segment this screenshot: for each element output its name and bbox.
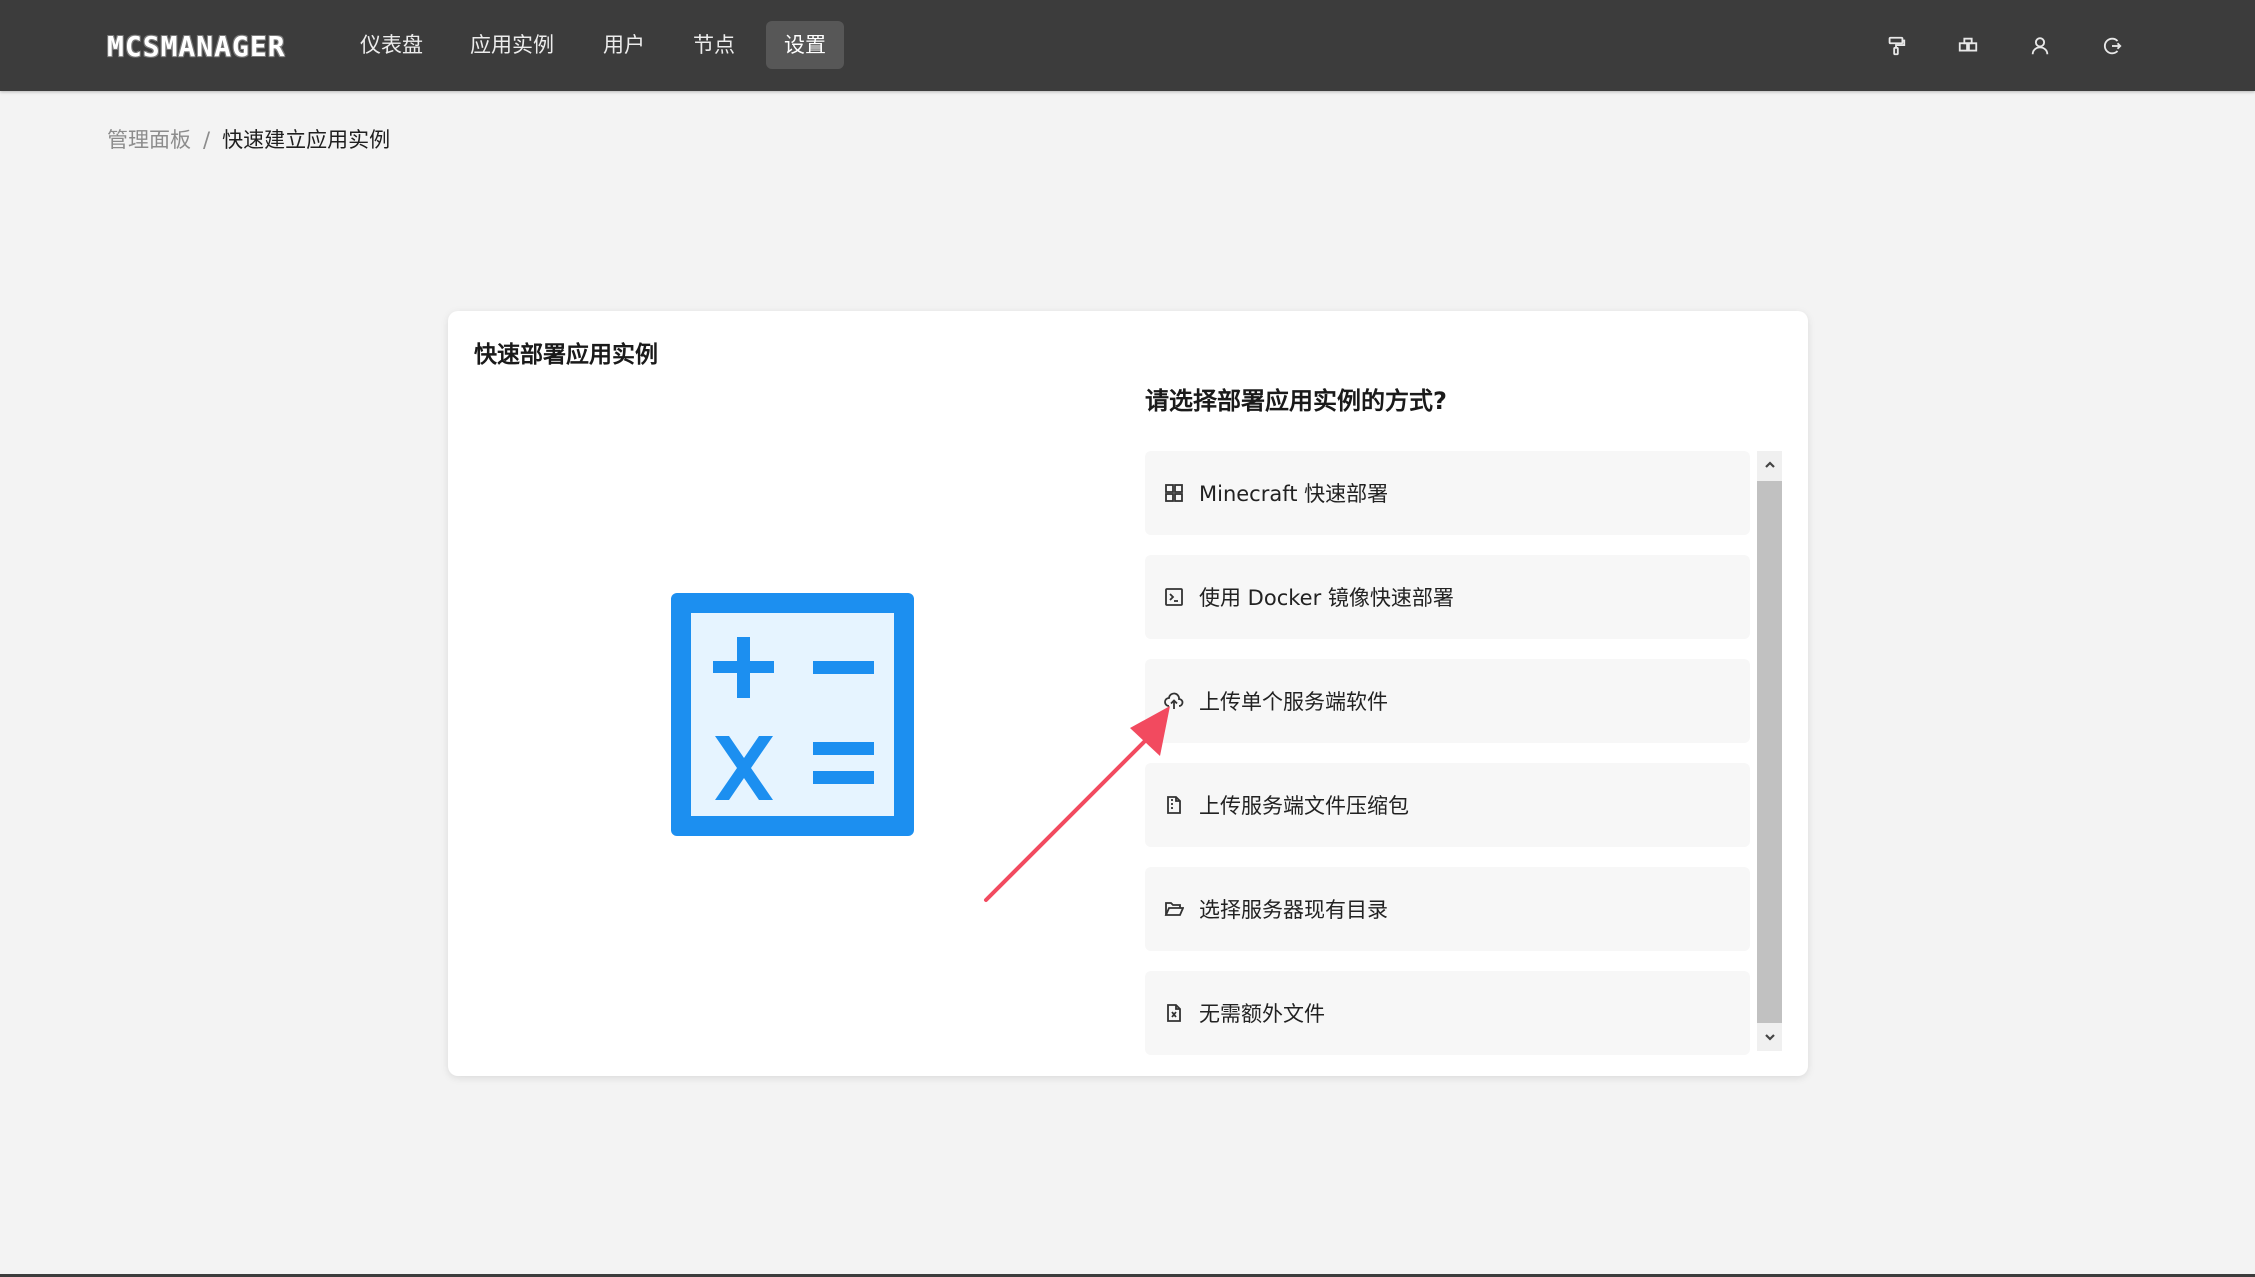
scrollbar-thumb[interactable] (1757, 481, 1782, 1023)
scroll-down-icon[interactable] (1757, 1025, 1782, 1049)
breadcrumb-current: 快速建立应用实例 (222, 128, 391, 152)
option-label: 选择服务器现有目录 (1199, 898, 1388, 922)
top-navigation-bar: MCSMANAGER 仪表盘 应用实例 用户 节点 设置 (0, 0, 2255, 91)
file-excel-icon (1163, 1002, 1185, 1024)
option-upload-archive[interactable]: 上传服务端文件压缩包 (1145, 763, 1750, 847)
user-icon[interactable] (2024, 30, 2056, 62)
nav-item-nodes[interactable]: 节点 (675, 21, 753, 69)
option-minecraft-quick-deploy[interactable]: Minecraft 快速部署 (1145, 451, 1750, 535)
option-upload-single-server[interactable]: 上传单个服务端软件 (1145, 659, 1750, 743)
option-label: 无需额外文件 (1199, 1002, 1325, 1026)
option-no-extra-files[interactable]: 无需额外文件 (1145, 971, 1750, 1055)
logout-icon[interactable] (2096, 30, 2128, 62)
terminal-icon (1163, 586, 1185, 608)
apps-icon (1163, 482, 1185, 504)
breadcrumb-separator: / (203, 128, 211, 152)
option-docker-deploy[interactable]: 使用 Docker 镜像快速部署 (1145, 555, 1750, 639)
annotation-arrow-icon (984, 706, 1170, 902)
scroll-up-icon[interactable] (1757, 453, 1782, 477)
layout-icon[interactable] (1952, 30, 1984, 62)
quick-deploy-card: 快速部署应用实例 请选择部署应用实例的方式? Minecraft 快速部署 使用… (448, 311, 1808, 1076)
nav-item-settings[interactable]: 设置 (766, 21, 844, 69)
option-label: 上传单个服务端软件 (1199, 690, 1388, 714)
option-label: Minecraft 快速部署 (1199, 482, 1389, 506)
paint-roller-icon[interactable] (1880, 30, 1912, 62)
option-label: 上传服务端文件压缩包 (1199, 794, 1409, 818)
deploy-method-question: 请选择部署应用实例的方式? (1145, 387, 1447, 415)
nav-item-users[interactable]: 用户 (585, 21, 663, 69)
deploy-options-list: Minecraft 快速部署 使用 Docker 镜像快速部署 上传单个服务端软… (1145, 451, 1757, 1055)
nav-item-dashboard[interactable]: 仪表盘 (342, 21, 441, 69)
app-logo[interactable]: MCSMANAGER (107, 30, 286, 64)
option-label: 使用 Docker 镜像快速部署 (1199, 586, 1454, 610)
option-select-existing-dir[interactable]: 选择服务器现有目录 (1145, 867, 1750, 951)
calculator-icon (671, 593, 914, 836)
breadcrumb: 管理面板 / 快速建立应用实例 (107, 125, 390, 155)
nav-item-instances[interactable]: 应用实例 (452, 21, 572, 69)
card-title: 快速部署应用实例 (474, 342, 658, 368)
breadcrumb-parent-link[interactable]: 管理面板 (107, 125, 191, 155)
options-scrollbar[interactable] (1757, 451, 1782, 1051)
